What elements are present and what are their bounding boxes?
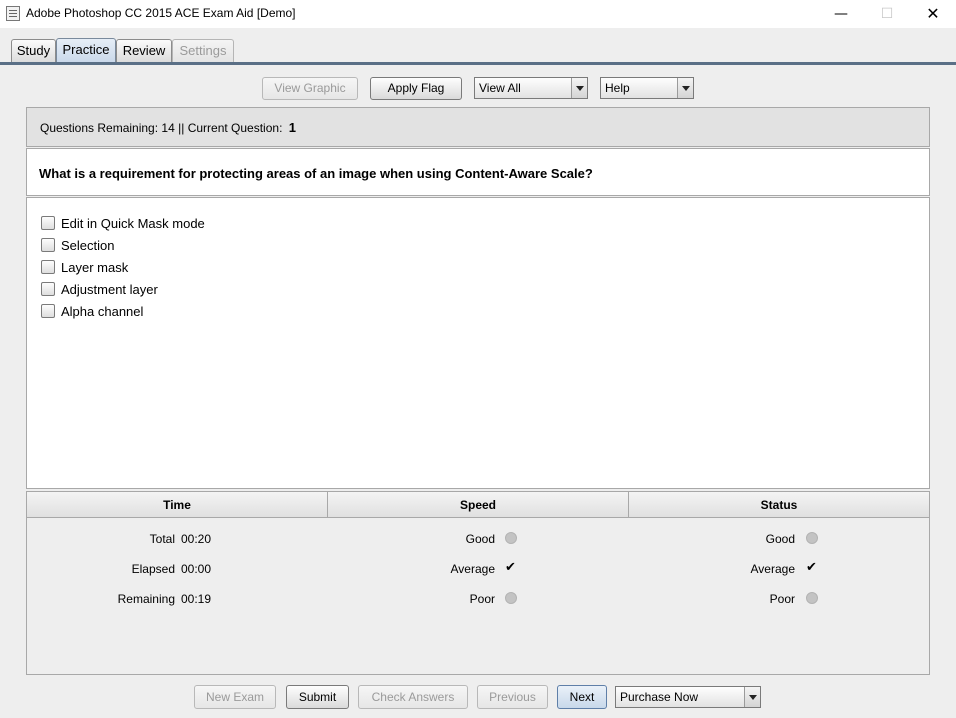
purchase-dropdown[interactable]: Purchase Now <box>615 686 761 708</box>
total-time-value: 00:20 <box>181 532 212 546</box>
next-button[interactable]: Next <box>557 685 607 709</box>
answer-label: Selection <box>61 237 115 253</box>
answer-option[interactable]: Layer mask <box>41 258 128 276</box>
chevron-down-icon <box>677 78 693 98</box>
remaining-time-label: Remaining <box>117 592 175 606</box>
status-header: Status <box>760 498 798 512</box>
view-graphic-button: View Graphic <box>262 77 358 100</box>
answer-checkbox[interactable] <box>41 282 55 296</box>
current-question-number: 1 <box>288 120 296 135</box>
status-good-label: Good <box>765 532 795 546</box>
remaining-time-value: 00:19 <box>181 592 212 606</box>
answer-label: Layer mask <box>61 259 129 275</box>
answer-label: Adjustment layer <box>61 281 158 297</box>
speed-poor-label: Poor <box>469 592 495 606</box>
total-time-label: Total <box>149 532 175 546</box>
tab-study[interactable]: Study <box>11 39 56 62</box>
previous-button: Previous <box>477 685 548 709</box>
status-separator: || <box>178 121 185 135</box>
answer-label: Alpha channel <box>61 303 144 319</box>
chevron-down-icon <box>571 78 587 98</box>
answer-label: Edit in Quick Mask mode <box>61 215 205 231</box>
answer-checkbox[interactable] <box>41 238 55 252</box>
tab-review[interactable]: Review <box>116 39 172 62</box>
answer-option[interactable]: Edit in Quick Mask mode <box>41 214 205 232</box>
minimize-icon[interactable]: — <box>818 0 864 28</box>
tab-strip: Study Practice Review Settings <box>0 28 956 65</box>
exam-stats-panel: Time Speed Status Total 00:20 Elapsed 00… <box>26 491 930 675</box>
window-title: Adobe Photoshop CC 2015 ACE Exam Aid [De… <box>26 6 296 20</box>
current-question-label: Current Question: <box>187 121 283 135</box>
status-average-check-icon: ✔ <box>806 560 817 575</box>
speed-average-check-icon: ✔ <box>505 560 516 575</box>
help-dropdown[interactable]: Help <box>600 77 694 99</box>
chevron-down-icon <box>744 687 760 707</box>
answer-checkbox[interactable] <box>41 304 55 318</box>
main-window: Study Practice Review Settings View Grap… <box>0 28 956 718</box>
elapsed-time-label: Elapsed <box>131 562 175 576</box>
questions-remaining-count: 14 <box>161 121 175 135</box>
title-bar: Adobe Photoshop CC 2015 ACE Exam Aid [De… <box>0 0 956 28</box>
status-poor-indicator <box>806 592 818 604</box>
view-filter-dropdown[interactable]: View All <box>474 77 588 99</box>
status-poor-label: Poor <box>769 592 795 606</box>
speed-poor-indicator <box>505 592 517 604</box>
answer-option[interactable]: Selection <box>41 236 114 254</box>
apply-flag-button[interactable]: Apply Flag <box>370 77 462 100</box>
speed-average-label: Average <box>450 562 495 576</box>
questions-remaining-label: Questions Remaining: <box>40 121 159 135</box>
question-text: What is a requirement for protecting are… <box>26 148 930 196</box>
answer-option[interactable]: Adjustment layer <box>41 280 158 298</box>
stats-header: Time Speed Status <box>27 492 929 518</box>
help-value: Help <box>605 81 630 95</box>
tab-practice[interactable]: Practice <box>56 38 116 63</box>
elapsed-time-value: 00:00 <box>181 562 212 576</box>
check-answers-button: Check Answers <box>358 685 468 709</box>
maximize-icon: ☐ <box>880 6 894 22</box>
tab-settings: Settings <box>172 39 234 62</box>
answers-panel: Edit in Quick Mask mode Selection Layer … <box>26 197 930 489</box>
question-status-bar: Questions Remaining: 14 || Current Quest… <box>26 107 930 147</box>
close-icon[interactable]: ✕ <box>910 0 956 28</box>
tab-divider <box>0 62 956 65</box>
status-average-label: Average <box>750 562 795 576</box>
time-header: Time <box>27 492 328 517</box>
speed-header: Speed <box>328 492 629 517</box>
app-icon <box>6 6 20 21</box>
speed-good-indicator <box>505 532 517 544</box>
submit-button[interactable]: Submit <box>286 685 349 709</box>
new-exam-button: New Exam <box>194 685 276 709</box>
answer-checkbox[interactable] <box>41 260 55 274</box>
answer-checkbox[interactable] <box>41 216 55 230</box>
purchase-value: Purchase Now <box>620 690 699 704</box>
answer-option[interactable]: Alpha channel <box>41 302 143 320</box>
view-filter-value: View All <box>479 81 521 95</box>
speed-good-label: Good <box>465 532 495 546</box>
status-good-indicator <box>806 532 818 544</box>
